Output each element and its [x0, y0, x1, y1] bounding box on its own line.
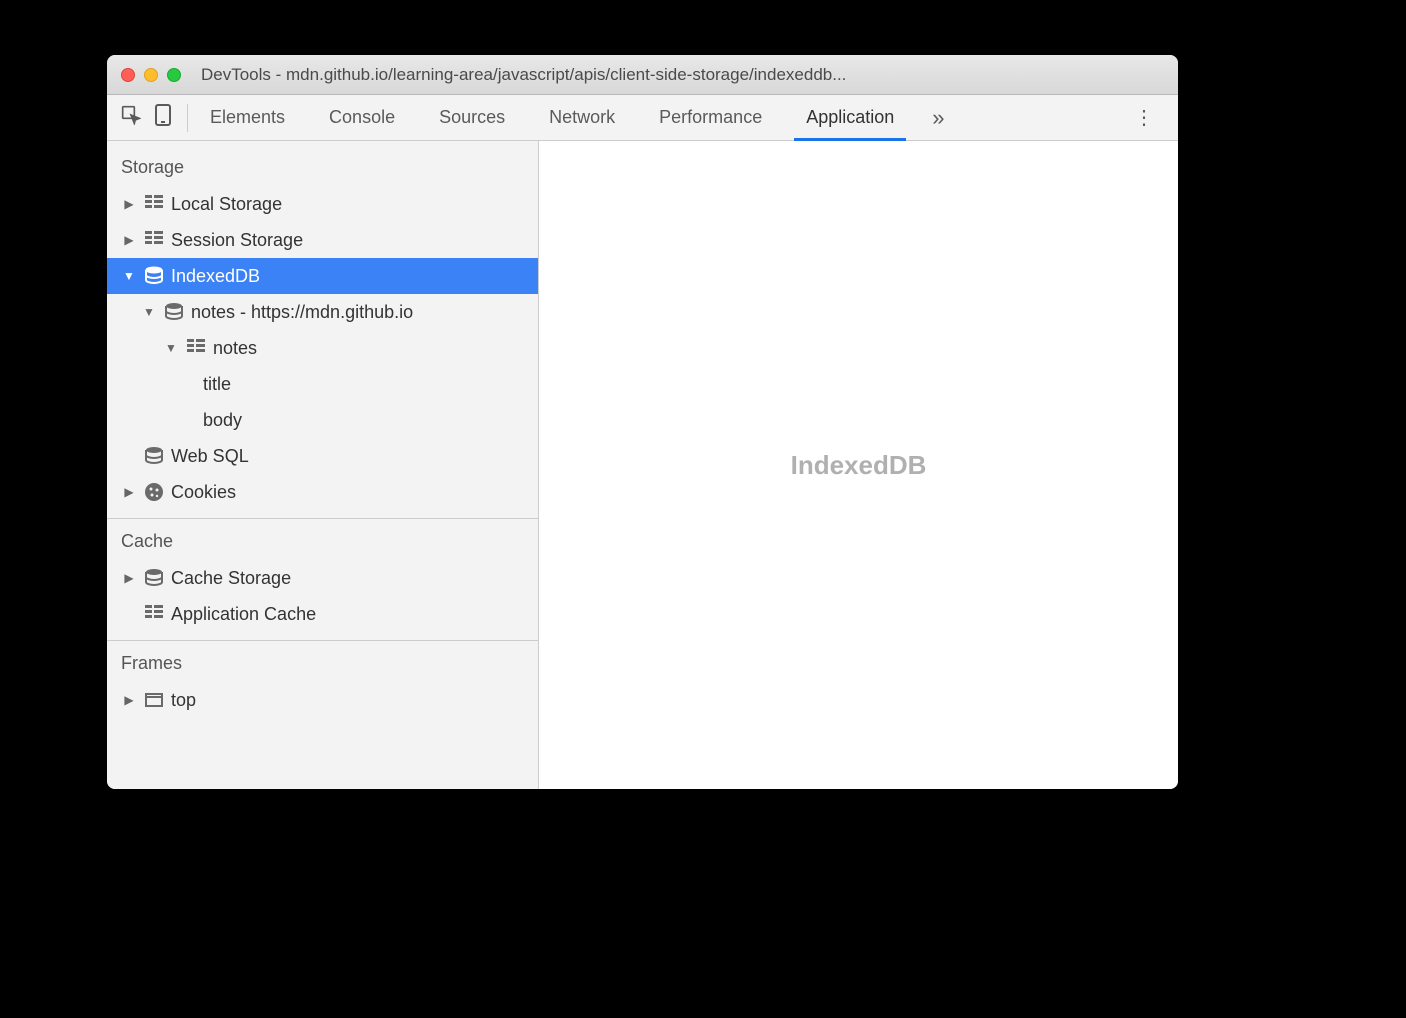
devtools-window: DevTools - mdn.github.io/learning-area/j… [107, 55, 1178, 789]
grid-icon [143, 231, 165, 249]
chevron-right-icon: ▶ [121, 233, 137, 247]
tree-label: top [171, 690, 196, 711]
chevron-right-icon: ▶ [121, 693, 137, 707]
application-sidebar: Storage ▶ Local Storage ▶ Session Storag… [107, 141, 539, 789]
maximize-icon[interactable] [167, 68, 181, 82]
main-panel: IndexedDB [539, 141, 1178, 789]
minimize-icon[interactable] [144, 68, 158, 82]
database-icon [163, 302, 185, 322]
cookie-icon [143, 482, 165, 502]
tree-label: notes - https://mdn.github.io [191, 302, 413, 323]
section-cache: Cache [107, 519, 538, 560]
sidebar-item-cache-storage[interactable]: ▶ Cache Storage [107, 560, 538, 596]
section-frames: Frames [107, 641, 538, 682]
tab-elements[interactable]: Elements [188, 95, 307, 141]
sidebar-item-cookies[interactable]: ▶ Cookies [107, 474, 538, 510]
chevron-right-icon: ▶ [121, 197, 137, 211]
close-icon[interactable] [121, 68, 135, 82]
chevron-right-icon: ▶ [121, 571, 137, 585]
inspect-icon[interactable] [121, 105, 141, 130]
sidebar-item-index[interactable]: title [107, 366, 538, 402]
database-icon [143, 568, 165, 588]
tree-label: Local Storage [171, 194, 282, 215]
tree-label: Session Storage [171, 230, 303, 251]
sidebar-item-frame-top[interactable]: ▶ top [107, 682, 538, 718]
sidebar-item-web-sql[interactable]: Web SQL [107, 438, 538, 474]
kebab-menu-icon[interactable]: ⋮ [1124, 105, 1164, 130]
tab-sources[interactable]: Sources [417, 95, 527, 141]
tree-label: Cache Storage [171, 568, 291, 589]
tree-label: Cookies [171, 482, 236, 503]
tab-application[interactable]: Application [784, 95, 916, 141]
more-tabs-icon[interactable]: » [922, 105, 954, 131]
chevron-down-icon: ▼ [141, 305, 157, 319]
devtools-tabs: Elements Console Sources Network Perform… [107, 95, 1178, 141]
tree-label: body [203, 410, 242, 431]
sidebar-item-index[interactable]: body [107, 402, 538, 438]
titlebar: DevTools - mdn.github.io/learning-area/j… [107, 55, 1178, 95]
window-title: DevTools - mdn.github.io/learning-area/j… [201, 65, 1164, 85]
chevron-right-icon: ▶ [121, 485, 137, 499]
panel-body: Storage ▶ Local Storage ▶ Session Storag… [107, 141, 1178, 789]
traffic-lights [121, 68, 181, 82]
database-icon [143, 446, 165, 466]
grid-icon [143, 605, 165, 623]
chevron-down-icon: ▼ [163, 341, 179, 355]
grid-icon [185, 339, 207, 357]
tab-console[interactable]: Console [307, 95, 417, 141]
tree-label: title [203, 374, 231, 395]
sidebar-item-local-storage[interactable]: ▶ Local Storage [107, 186, 538, 222]
sidebar-item-object-store[interactable]: ▼ notes [107, 330, 538, 366]
sidebar-item-indexeddb-database[interactable]: ▼ notes - https://mdn.github.io [107, 294, 538, 330]
sidebar-item-session-storage[interactable]: ▶ Session Storage [107, 222, 538, 258]
tree-label: Application Cache [171, 604, 316, 625]
device-toggle-icon[interactable] [155, 104, 171, 131]
toolbar-icons [121, 104, 188, 132]
sidebar-item-application-cache[interactable]: Application Cache [107, 596, 538, 632]
frame-icon [143, 693, 165, 707]
grid-icon [143, 195, 165, 213]
tree-label: notes [213, 338, 257, 359]
tree-label: IndexedDB [171, 266, 260, 287]
tab-performance[interactable]: Performance [637, 95, 784, 141]
tree-label: Web SQL [171, 446, 249, 467]
sidebar-item-indexeddb[interactable]: ▼ IndexedDB [107, 258, 538, 294]
section-storage: Storage [107, 141, 538, 186]
database-icon [143, 266, 165, 286]
chevron-down-icon: ▼ [121, 269, 137, 283]
main-placeholder: IndexedDB [791, 450, 927, 481]
tab-network[interactable]: Network [527, 95, 637, 141]
